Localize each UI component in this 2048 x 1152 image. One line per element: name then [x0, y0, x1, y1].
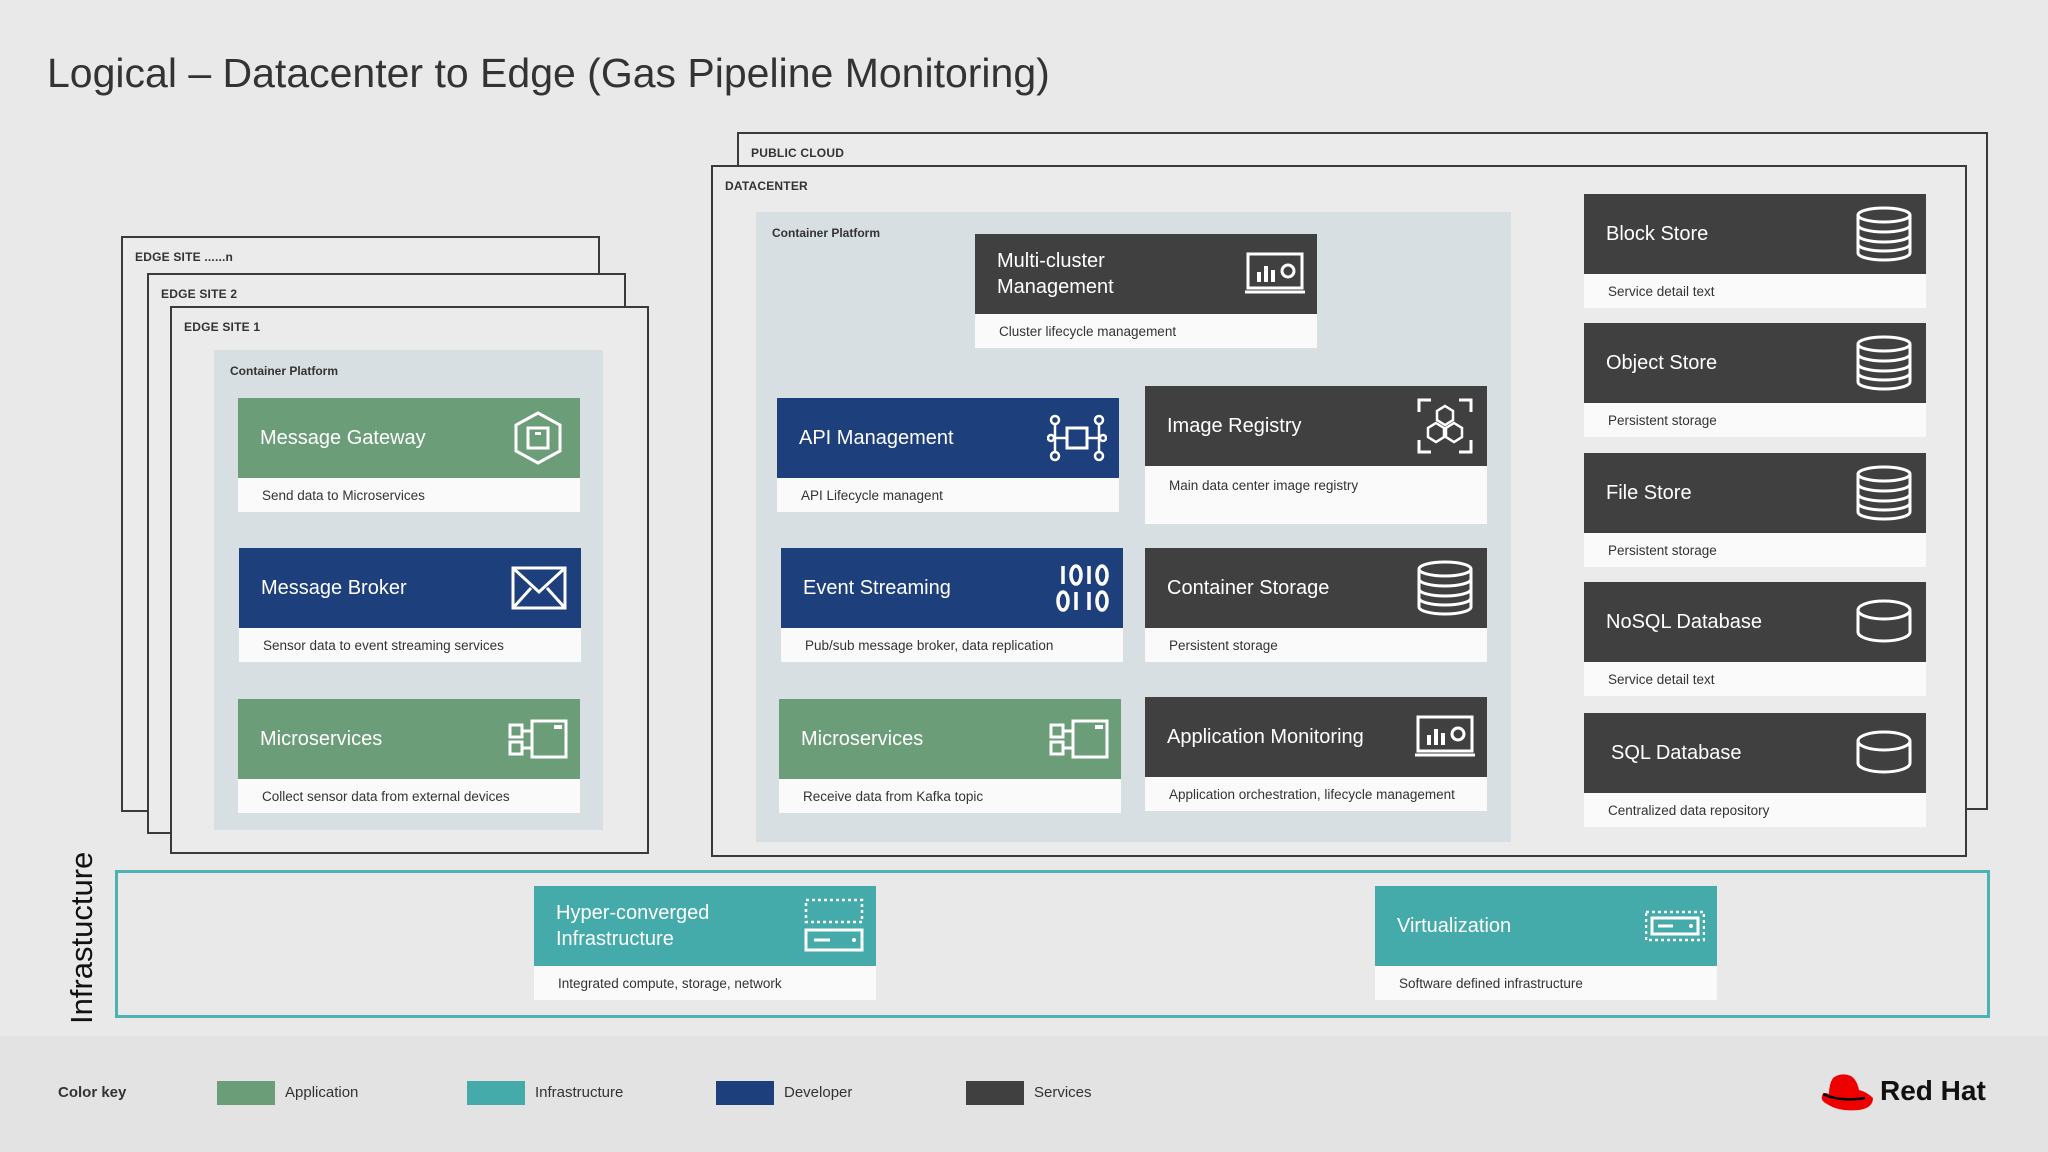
hexagons-registry-icon [1415, 398, 1475, 454]
card-title: NoSQL Database [1606, 611, 1763, 633]
object-store-card: Object Store Persistent storage [1584, 323, 1926, 437]
card-desc: Application orchestration, lifecycle man… [1145, 777, 1487, 811]
card-title: Block Store [1606, 223, 1709, 245]
edge-site-n-label: EDGE SITE ......n [135, 250, 234, 264]
nosql-database-card: NoSQL Database Service detail text [1584, 582, 1926, 696]
card-desc: Send data to Microservices [238, 478, 580, 512]
card-title: Message Gateway [260, 427, 426, 449]
message-broker-card: Message Broker Sensor data to event stre… [239, 548, 581, 662]
card-desc: Software defined infrastructure [1375, 966, 1717, 1000]
microservices-icon [1049, 711, 1109, 767]
message-gateway-card: Message Gateway Send data to Microservic… [238, 398, 580, 512]
application-monitoring-card: Application Monitoring Application orche… [1145, 697, 1487, 811]
multicluster-management-card: Multi-cluster Management Cluster lifecyc… [975, 234, 1317, 348]
card-title: Microservices [260, 728, 383, 750]
card-desc: Cluster lifecycle management [975, 314, 1317, 348]
monitor-chart-gear-icon [1415, 709, 1475, 765]
monitor-chart-gear-icon [1245, 246, 1305, 302]
datacenter-label: DATACENTER [725, 179, 808, 193]
file-store-card: File Store Persistent storage [1584, 453, 1926, 567]
card-desc: Service detail text [1584, 662, 1926, 696]
api-nodes-icon [1046, 410, 1108, 466]
card-desc: Main data center image registry [1145, 466, 1487, 524]
card-title: Hyper-converged Infrastructure [556, 902, 710, 950]
page-title: Logical – Datacenter to Edge (Gas Pipeli… [47, 50, 1050, 96]
container-storage-card: Container Storage Persistent storage [1145, 548, 1487, 662]
legend-label-application: Application [285, 1084, 359, 1101]
microservices-icon [508, 711, 568, 767]
color-key-title: Color key [58, 1084, 127, 1101]
edge-site-2-label: EDGE SITE 2 [161, 287, 238, 301]
edge-microservices-card: Microservices Collect sensor data from e… [238, 699, 580, 813]
database-flat-icon [1854, 594, 1914, 650]
public-cloud-label: PUBLIC CLOUD [751, 146, 845, 160]
binary-stream-icon [1051, 560, 1111, 616]
database-icon [1415, 560, 1475, 616]
server-icon [804, 898, 864, 954]
card-title: SQL Database [1611, 742, 1742, 764]
card-desc: Collect sensor data from external device… [238, 779, 580, 813]
api-management-card: API Management API Lifecycle managent [777, 398, 1119, 512]
card-title: Message Broker [261, 577, 407, 599]
hyperconverged-card: Hyper-converged Infrastructure Integrate… [534, 886, 876, 1000]
legend-swatch-infrastructure [467, 1081, 525, 1105]
card-desc: Persistent storage [1584, 533, 1926, 567]
hexagon-gateway-icon [508, 410, 568, 466]
envelope-icon [509, 560, 569, 616]
card-desc: API Lifecycle managent [777, 478, 1119, 512]
card-title: File Store [1606, 482, 1692, 504]
red-hat-logo-text: Red Hat [1880, 1075, 1986, 1106]
legend-label-services: Services [1034, 1084, 1092, 1101]
virtualization-card: Virtualization Software defined infrastr… [1375, 886, 1717, 1000]
edge-site-1-label: EDGE SITE 1 [184, 320, 261, 334]
legend-swatch-services [966, 1081, 1024, 1105]
database-icon [1854, 206, 1914, 262]
card-desc: Centralized data repository [1584, 793, 1926, 827]
datacenter-microservices-card: Microservices Receive data from Kafka to… [779, 699, 1121, 813]
card-title: Container Storage [1167, 577, 1330, 599]
card-desc: Receive data from Kafka topic [779, 779, 1121, 813]
card-desc: Sensor data to event streaming services [239, 628, 581, 662]
container-platform-label: Container Platform [772, 226, 881, 240]
card-desc: Integrated compute, storage, network [534, 966, 876, 1000]
legend-swatch-developer [716, 1081, 774, 1105]
card-title: Image Registry [1167, 415, 1302, 437]
sql-database-card: SQL Database Centralized data repository [1584, 713, 1926, 827]
card-title: API Management [799, 427, 954, 449]
database-flat-icon [1854, 725, 1914, 781]
legend-label-developer: Developer [784, 1084, 853, 1101]
card-title: Microservices [801, 728, 924, 750]
card-title: Multi-cluster Management [997, 250, 1114, 298]
card-title: Object Store [1606, 352, 1718, 374]
block-store-card: Block Store Service detail text [1584, 194, 1926, 308]
legend-label-infrastructure: Infrastructure [535, 1084, 624, 1101]
infrastructure-label: Infrastucture [64, 851, 99, 1024]
card-title: Virtualization [1397, 915, 1512, 937]
event-streaming-card: Event Streaming Pub/sub message broker, … [781, 548, 1123, 662]
container-platform-label: Container Platform [230, 364, 339, 378]
database-icon [1854, 465, 1914, 521]
card-title: Event Streaming [803, 577, 951, 599]
card-desc: Persistent storage [1145, 628, 1487, 662]
database-icon [1854, 335, 1914, 391]
card-desc: Persistent storage [1584, 403, 1926, 437]
image-registry-card: Image Registry Main data center image re… [1145, 386, 1487, 524]
card-title: Application Monitoring [1167, 726, 1364, 748]
red-hat-logo-icon [1819, 1072, 1875, 1114]
legend-swatch-application [217, 1081, 275, 1105]
virtual-server-icon [1644, 898, 1706, 954]
card-desc: Pub/sub message broker, data replication [781, 628, 1123, 662]
card-desc: Service detail text [1584, 274, 1926, 308]
